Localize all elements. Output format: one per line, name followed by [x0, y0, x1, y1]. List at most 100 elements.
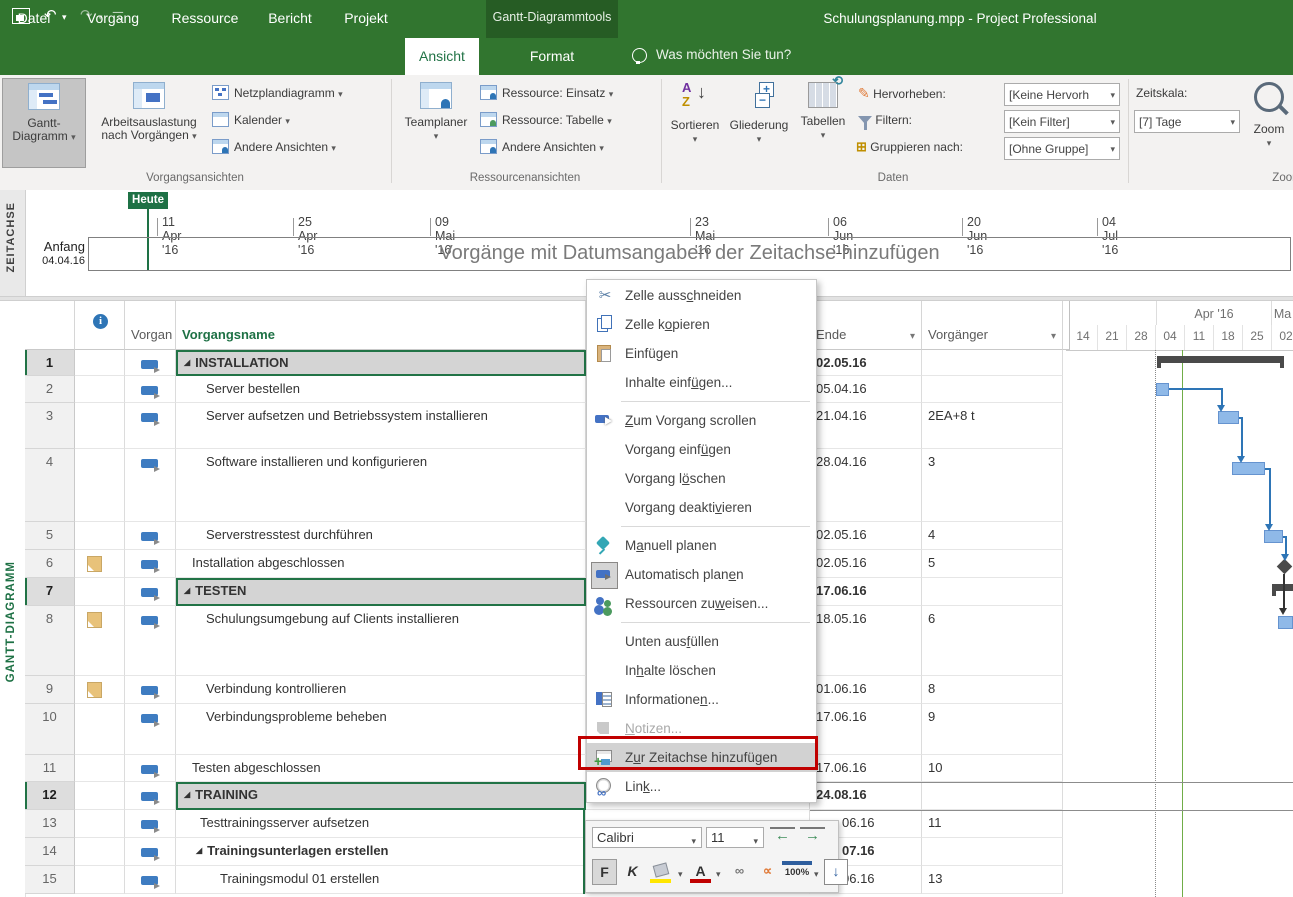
- task-bar[interactable]: [1232, 462, 1265, 475]
- task-mode-cell[interactable]: [125, 578, 176, 606]
- predecessor-cell[interactable]: [922, 376, 1063, 403]
- end-date-cell[interactable]: 02.05.16: [810, 522, 922, 550]
- percent-complete-button[interactable]: 100%: [782, 861, 812, 891]
- predecessor-cell[interactable]: 4: [922, 522, 1063, 550]
- menu-item-auto-schedule[interactable]: Automatisch planen: [587, 560, 816, 589]
- gantt-chart-button[interactable]: Gantt-Diagramm ▾: [2, 78, 86, 168]
- task-name-cell[interactable]: Server bestellen: [176, 376, 586, 403]
- task-mode-cell[interactable]: [125, 550, 176, 578]
- menu-item-fill-down[interactable]: Unten ausfüllen: [587, 627, 816, 656]
- task-name-cell[interactable]: Testen abgeschlossen: [176, 755, 586, 782]
- task-mode-cell[interactable]: [125, 350, 176, 376]
- bold-button[interactable]: F: [592, 859, 617, 885]
- task-name-cell[interactable]: Serverstresstest durchführen: [176, 522, 586, 550]
- menu-item-copy-cell[interactable]: Zelle kopieren: [587, 310, 816, 339]
- other-resource-views-button[interactable]: Andere Ansichten ▾: [480, 135, 604, 159]
- menu-item-link[interactable]: Link...: [587, 772, 816, 801]
- menu-item-information[interactable]: Informationen...: [587, 685, 816, 714]
- task-mode-cell[interactable]: [125, 755, 176, 782]
- row-number[interactable]: 8: [25, 606, 75, 676]
- end-date-cell[interactable]: 05.04.16: [810, 376, 922, 403]
- task-name-cell[interactable]: ◢INSTALLATION: [176, 350, 586, 376]
- predecessor-cell[interactable]: [922, 838, 1063, 866]
- end-date-cell[interactable]: 21.04.16: [810, 403, 922, 449]
- task-usage-button[interactable]: Arbeitsauslastung nach Vorgängen ▾: [90, 78, 208, 168]
- note-icon[interactable]: [87, 612, 102, 628]
- tab-ressource[interactable]: Ressource: [162, 0, 248, 37]
- header-task-name[interactable]: Vorgangsname: [176, 301, 586, 350]
- task-name-cell[interactable]: Installation abgeschlossen: [176, 550, 586, 578]
- tab-bericht[interactable]: Bericht: [256, 0, 324, 37]
- resource-usage-button[interactable]: Ressource: Einsatz ▾: [480, 81, 613, 105]
- gantt-chart-pane[interactable]: Apr '16Ma1421280411182502: [1066, 301, 1293, 897]
- predecessor-cell[interactable]: 11: [922, 810, 1063, 838]
- tab-projekt[interactable]: Projekt: [334, 0, 398, 37]
- highlight-dropdown[interactable]: [Keine Hervorh▾: [1004, 83, 1120, 106]
- tables-button[interactable]: Tabellen▾: [794, 78, 852, 168]
- collapse-triangle-icon[interactable]: ◢: [184, 790, 190, 799]
- row-number[interactable]: 6: [25, 550, 75, 578]
- info-cell[interactable]: [75, 403, 125, 449]
- predecessor-cell[interactable]: 9: [922, 704, 1063, 755]
- menu-item-paste[interactable]: Einfügen: [587, 339, 816, 368]
- menu-item-insert-task[interactable]: Vorgang einfügen: [587, 435, 816, 464]
- end-date-cell[interactable]: 17.06.16: [810, 755, 922, 782]
- task-name-cell[interactable]: ◢TESTEN: [176, 578, 586, 606]
- info-cell[interactable]: [75, 449, 125, 522]
- sort-button[interactable]: AZ↓ Sortieren▾: [666, 78, 724, 168]
- task-name-cell[interactable]: Software installieren und konfigurieren: [176, 449, 586, 522]
- unlink-tasks-icon[interactable]: ∝: [754, 859, 779, 885]
- row-number[interactable]: 15: [25, 866, 75, 894]
- link-tasks-icon[interactable]: ∞: [726, 859, 751, 885]
- indent-button[interactable]: →: [800, 827, 825, 855]
- end-date-cell[interactable]: 24.08.16: [810, 782, 922, 810]
- undo-dropdown-icon[interactable]: ▾: [62, 12, 67, 23]
- predecessor-cell[interactable]: 13: [922, 866, 1063, 894]
- task-bar[interactable]: [1278, 616, 1293, 629]
- end-date-cell[interactable]: 17.06.16: [810, 704, 922, 755]
- menu-item-manually-schedule[interactable]: Manuell planen: [587, 531, 816, 560]
- predecessor-cell[interactable]: 6: [922, 606, 1063, 676]
- group-by-dropdown[interactable]: [Ohne Gruppe]▾: [1004, 137, 1120, 160]
- resource-sheet-button[interactable]: Ressource: Tabelle ▾: [480, 108, 612, 132]
- note-icon[interactable]: [87, 556, 102, 572]
- milestone-diamond[interactable]: [1277, 559, 1293, 575]
- team-planner-button[interactable]: Teamplaner▾: [398, 78, 474, 168]
- info-cell[interactable]: [75, 550, 125, 578]
- network-diagram-button[interactable]: Netzplandiagramm ▾: [212, 81, 343, 105]
- row-number[interactable]: 12: [25, 782, 75, 810]
- end-date-cell[interactable]: 18.05.16: [810, 606, 922, 676]
- row-number[interactable]: 1: [25, 350, 75, 376]
- fill-color-button[interactable]: [648, 859, 673, 885]
- font-name-select[interactable]: Calibri▾: [592, 827, 702, 848]
- info-cell[interactable]: [75, 782, 125, 810]
- menu-item-clear-contents[interactable]: Inhalte löschen: [587, 656, 816, 685]
- font-color-button[interactable]: A: [688, 859, 713, 885]
- task-name-cell[interactable]: ◢Trainingsunterlagen erstellen: [176, 838, 586, 866]
- predecessor-cell[interactable]: [922, 578, 1063, 606]
- tab-ansicht[interactable]: Ansicht: [405, 38, 479, 75]
- row-number[interactable]: 11: [25, 755, 75, 782]
- end-date-cell[interactable]: 28.04.16: [810, 449, 922, 522]
- end-date-cell[interactable]: 02.05.16: [810, 550, 922, 578]
- predecessor-cell[interactable]: 2EA+8 t: [922, 403, 1063, 449]
- row-number[interactable]: 5: [25, 522, 75, 550]
- info-cell[interactable]: [75, 838, 125, 866]
- summary-bar[interactable]: [1157, 356, 1284, 363]
- info-cell[interactable]: [75, 755, 125, 782]
- font-size-select[interactable]: 11▾: [706, 827, 764, 848]
- task-mode-cell[interactable]: [125, 704, 176, 755]
- predecessor-cell[interactable]: 8: [922, 676, 1063, 704]
- menu-item-scroll-to-task[interactable]: Zum Vorgang scrollen: [587, 406, 816, 435]
- row-number[interactable]: 2: [25, 376, 75, 403]
- info-cell[interactable]: [75, 376, 125, 403]
- task-mode-cell[interactable]: [125, 376, 176, 403]
- menu-item-deactivate-task[interactable]: Vorgang deaktivieren: [587, 493, 816, 522]
- header-end-date[interactable]: Ende▾: [810, 301, 922, 350]
- row-number[interactable]: 13: [25, 810, 75, 838]
- header-info[interactable]: i: [75, 301, 125, 350]
- header-row-number[interactable]: [25, 301, 75, 350]
- task-name-cell[interactable]: Testtrainingsserver aufsetzen: [176, 810, 586, 838]
- row-number[interactable]: 7: [25, 578, 75, 606]
- task-mode-cell[interactable]: [125, 606, 176, 676]
